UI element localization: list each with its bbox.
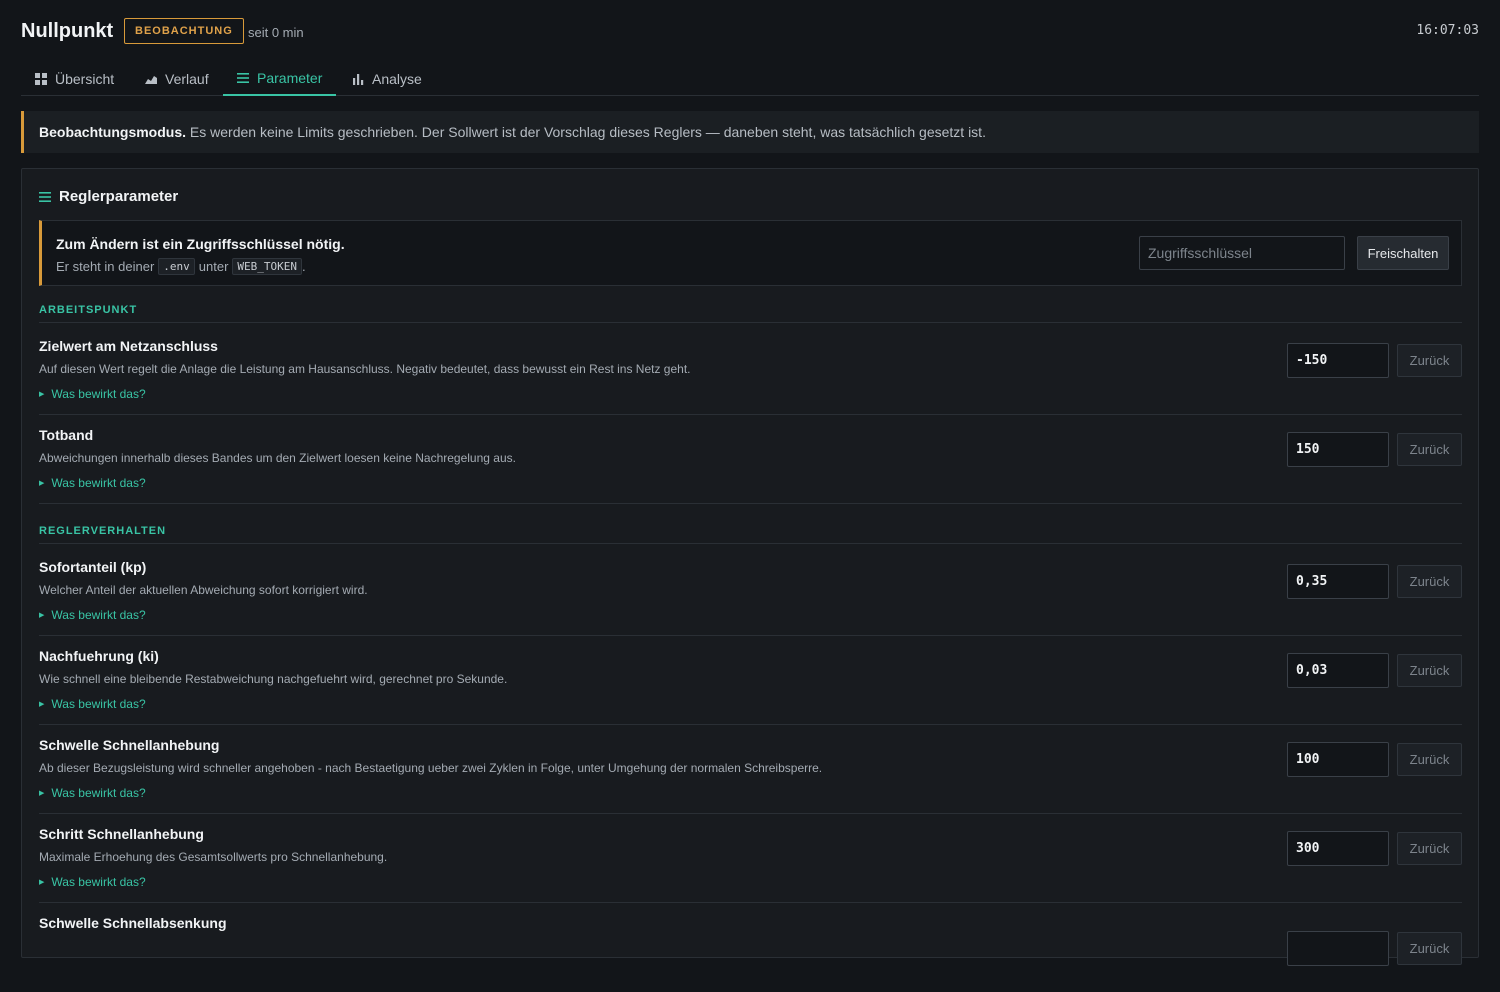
area-chart-icon	[145, 76, 157, 84]
help-toggle-label: Was bewirkt das?	[51, 476, 146, 490]
param-help-toggle[interactable]: ▶ Was bewirkt das?	[39, 875, 146, 889]
param-value-input[interactable]	[1287, 432, 1389, 467]
param-title: Sofortanteil (kp)	[39, 559, 147, 575]
param-help-toggle[interactable]: ▶ Was bewirkt das?	[39, 387, 146, 401]
param-help-toggle[interactable]: ▶ Was bewirkt das?	[39, 786, 146, 800]
param-value-input[interactable]	[1287, 564, 1389, 599]
triangle-right-icon: ▶	[39, 480, 45, 487]
param-title: Totband	[39, 427, 94, 443]
triangle-right-icon: ▶	[39, 612, 45, 619]
triangle-right-icon: ▶	[39, 879, 45, 886]
tab-verlauf[interactable]: Verlauf	[131, 62, 223, 96]
since-text: seit 0 min	[248, 25, 304, 40]
param-value-input[interactable]	[1287, 653, 1389, 688]
tab-label: Übersicht	[55, 71, 115, 87]
param-nachfuehrung: Nachfuehrung (ki) Wie schnell eine bleib…	[39, 636, 1462, 725]
param-title: Schwelle Schnellabsenkung	[39, 915, 227, 931]
tab-label: Verlauf	[165, 71, 209, 87]
param-sofortanteil: Sofortanteil (kp) Welcher Anteil der akt…	[39, 547, 1462, 636]
tab-label: Analyse	[372, 71, 422, 87]
mode-badge: BEOBACHTUNG	[124, 18, 244, 44]
help-toggle-label: Was bewirkt das?	[51, 875, 146, 889]
param-description: Maximale Erhoehung des Gesamtsollwerts p…	[39, 850, 388, 864]
section-divider	[39, 322, 1462, 323]
reset-button[interactable]: Zurück	[1397, 565, 1462, 598]
grid-icon	[35, 73, 47, 85]
panel-title: Reglerparameter	[39, 188, 178, 205]
param-value-input[interactable]	[1287, 742, 1389, 777]
key-box-hint: Er steht in deiner .env unter WEB_TOKEN.	[56, 258, 306, 275]
key-hint-suffix: .	[302, 259, 306, 274]
param-schwelle-schnellanhebung: Schwelle Schnellanhebung Ab dieser Bezug…	[39, 725, 1462, 814]
key-hint-mid: unter	[198, 259, 229, 274]
observation-banner: Beobachtungsmodus. Es werden keine Limit…	[21, 111, 1479, 153]
reset-button[interactable]: Zurück	[1397, 832, 1462, 865]
reset-button[interactable]: Zurück	[1397, 344, 1462, 377]
param-schwelle-schnellabsenkung: Schwelle Schnellabsenkung Zurück	[39, 903, 1462, 992]
tab-parameter[interactable]: Parameter	[223, 62, 337, 96]
header: Nullpunkt BEOBACHTUNG seit 0 min 16:07:0…	[0, 0, 1500, 62]
param-description: Abweichungen innerhalb dieses Bandes um …	[39, 451, 516, 465]
app-title: Nullpunkt	[21, 20, 114, 42]
param-schritt-schnellanhebung: Schritt Schnellanhebung Maximale Erhoehu…	[39, 814, 1462, 903]
key-box-title: Zum Ändern ist ein Zugriffsschlüssel nöt…	[56, 236, 345, 252]
param-totband: Totband Abweichungen innerhalb dieses Ba…	[39, 415, 1462, 504]
triangle-right-icon: ▶	[39, 790, 45, 797]
token-code: WEB_TOKEN	[232, 258, 303, 275]
param-value-input[interactable]	[1287, 343, 1389, 378]
banner-strong: Beobachtungsmodus.	[39, 124, 187, 140]
tab-analyse[interactable]: Analyse	[338, 62, 436, 96]
param-help-toggle[interactable]: ▶ Was bewirkt das?	[39, 476, 146, 490]
help-toggle-label: Was bewirkt das?	[51, 608, 146, 622]
param-description: Ab dieser Bezugsleistung wird schneller …	[39, 761, 823, 775]
reset-button[interactable]: Zurück	[1397, 433, 1462, 466]
param-value-input[interactable]	[1287, 931, 1389, 966]
triangle-right-icon: ▶	[39, 391, 45, 398]
unlock-button[interactable]: Freischalten	[1357, 236, 1449, 270]
section-divider	[39, 543, 1462, 544]
list-icon	[237, 73, 249, 83]
param-value-input[interactable]	[1287, 831, 1389, 866]
key-hint-prefix: Er steht in deiner	[56, 259, 155, 274]
param-description: Wie schnell eine bleibende Restabweichun…	[39, 672, 508, 686]
param-zielwert: Zielwert am Netzanschluss Auf diesen Wer…	[39, 326, 1462, 415]
param-help-toggle[interactable]: ▶ Was bewirkt das?	[39, 608, 146, 622]
help-toggle-label: Was bewirkt das?	[51, 387, 146, 401]
clock: 16:07:03	[1416, 23, 1479, 38]
param-title: Zielwert am Netzanschluss	[39, 338, 218, 354]
tab-label: Parameter	[257, 70, 323, 86]
section-arbeitspunkt: ARBEITSPUNKT	[39, 304, 138, 316]
banner-text: Es werden keine Limits geschrieben. Der …	[186, 124, 986, 140]
triangle-right-icon: ▶	[39, 701, 45, 708]
access-key-box: Zum Ändern ist ein Zugriffsschlüssel nöt…	[39, 220, 1462, 286]
env-code: .env	[158, 258, 195, 275]
param-title: Nachfuehrung (ki)	[39, 648, 159, 664]
tab-uebersicht[interactable]: Übersicht	[21, 62, 128, 96]
help-toggle-label: Was bewirkt das?	[51, 697, 146, 711]
param-help-toggle[interactable]: ▶ Was bewirkt das?	[39, 697, 146, 711]
param-description: Welcher Anteil der aktuellen Abweichung …	[39, 583, 368, 597]
list-icon	[39, 191, 51, 202]
param-title: Schwelle Schnellanhebung	[39, 737, 220, 753]
param-title: Schritt Schnellanhebung	[39, 826, 204, 842]
reset-button[interactable]: Zurück	[1397, 654, 1462, 687]
reset-button[interactable]: Zurück	[1397, 932, 1462, 965]
param-description: Auf diesen Wert regelt die Anlage die Le…	[39, 362, 691, 376]
help-toggle-label: Was bewirkt das?	[51, 786, 146, 800]
panel-title-text: Reglerparameter	[59, 188, 179, 205]
access-key-input[interactable]	[1139, 236, 1345, 270]
section-reglerverhalten: REGLERVERHALTEN	[39, 525, 167, 537]
reset-button[interactable]: Zurück	[1397, 743, 1462, 776]
tab-bar: Übersicht Verlauf Parameter Analyse	[21, 62, 1479, 96]
bar-chart-icon	[353, 74, 364, 85]
parameter-panel: Reglerparameter Zum Ändern ist ein Zugri…	[21, 168, 1479, 966]
